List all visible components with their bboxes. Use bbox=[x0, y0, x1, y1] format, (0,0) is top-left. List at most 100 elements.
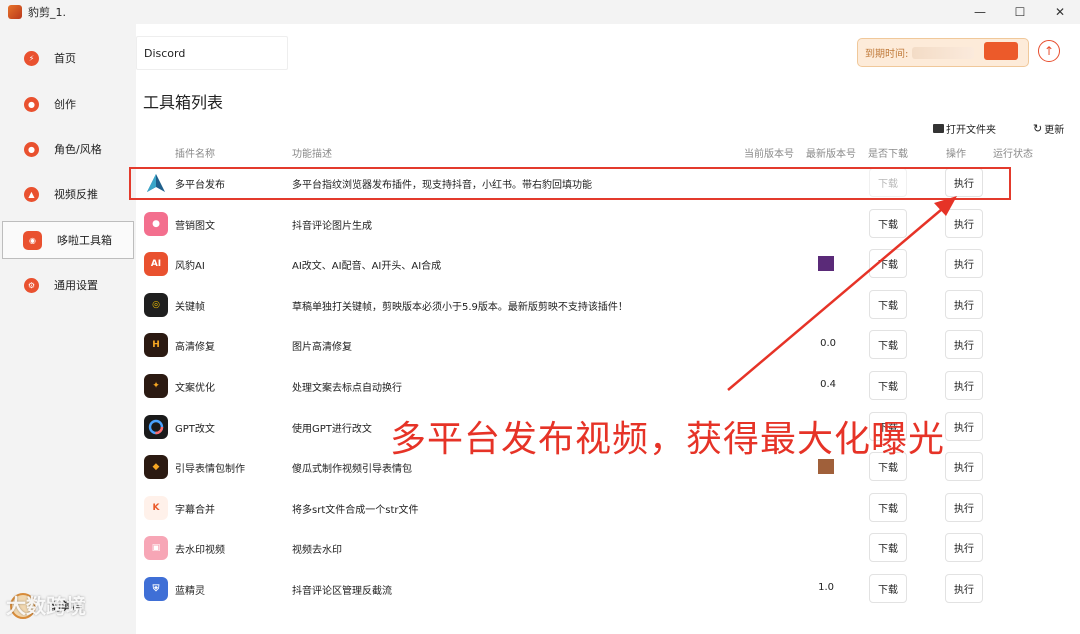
subtitle-merge-icon: K bbox=[144, 496, 168, 520]
sidebar-item-label: 首页 bbox=[54, 52, 76, 65]
sidebar-item-label: 通用设置 bbox=[54, 279, 98, 292]
video-reverse-icon: ▲ bbox=[24, 186, 39, 202]
plugin-name: 引导表情包制作 bbox=[175, 464, 245, 475]
download-button[interactable]: 下载 bbox=[869, 330, 907, 359]
run-button[interactable]: 执行 bbox=[945, 290, 983, 319]
expire-badge: 到期时间: bbox=[857, 38, 1029, 67]
plugin-desc: 抖音评论图片生成 bbox=[292, 221, 372, 232]
run-button[interactable]: 执行 bbox=[945, 371, 983, 400]
refresh-button[interactable]: ↻ 更新 bbox=[1033, 121, 1064, 136]
table-row: ▣ 去水印视频 视频去水印 下载 执行 bbox=[136, 528, 1080, 568]
run-button[interactable]: 执行 bbox=[945, 249, 983, 278]
plugin-desc: 傻瓜式制作视频引导表情包 bbox=[292, 464, 412, 475]
sidebar-item-label: 哆啦工具箱 bbox=[57, 234, 112, 247]
run-button[interactable]: 执行 bbox=[945, 209, 983, 238]
download-button[interactable]: 下载 bbox=[869, 249, 907, 278]
run-button[interactable]: 执行 bbox=[945, 574, 983, 603]
sidebar-item-home[interactable]: ⚡ 首页 bbox=[2, 40, 134, 76]
refresh-label: 更新 bbox=[1044, 125, 1065, 136]
sidebar-item-video-reverse[interactable]: ▲ 视频反推 bbox=[2, 176, 134, 212]
sidebar-item-settings[interactable]: ⚙ 通用设置 bbox=[2, 267, 134, 303]
table-row: ⛨ 蓝精灵 抖音评论区管理反截流 1.0 下载 执行 bbox=[136, 569, 1080, 609]
window-title: 豹剪_1. bbox=[28, 6, 66, 19]
folder-icon bbox=[933, 124, 944, 133]
palette-icon: ● bbox=[24, 96, 39, 112]
download-button[interactable]: 下载 bbox=[869, 371, 907, 400]
table-row: ✦ 文案优化 处理文案去标点自动换行 0.4 下载 执行 bbox=[136, 366, 1080, 406]
hd-repair-icon: H bbox=[144, 333, 168, 357]
plugin-name: 蓝精灵 bbox=[175, 586, 205, 597]
app-logo-icon bbox=[8, 5, 22, 19]
download-button[interactable]: 下载 bbox=[869, 493, 907, 522]
run-button[interactable]: 执行 bbox=[945, 493, 983, 522]
expire-label: 到期时间: bbox=[865, 49, 909, 60]
column-header-downloaded: 是否下载 bbox=[868, 149, 908, 160]
plugin-desc: 将多srt文件合成一个str文件 bbox=[292, 505, 419, 516]
table-row: H 高清修复 图片高清修复 0.0 下载 执行 bbox=[136, 325, 1080, 365]
watermark: 大数跨境 bbox=[6, 594, 86, 618]
plugin-name: 风豹AI bbox=[175, 261, 205, 272]
bolt-icon: ⚡ bbox=[24, 50, 39, 66]
plugin-name: 营销图文 bbox=[175, 221, 215, 232]
plugin-desc: 使用GPT进行改文 bbox=[292, 424, 372, 435]
ai-badge-icon: AI bbox=[144, 252, 168, 276]
latest-version: 0.4 bbox=[820, 379, 836, 390]
download-button[interactable]: 下载 bbox=[869, 533, 907, 562]
plugin-name: 字幕合并 bbox=[175, 505, 215, 516]
sidebar-item-label: 创作 bbox=[54, 98, 76, 111]
table-row: ● 营销图文 抖音评论图片生成 下载 执行 bbox=[136, 204, 1080, 244]
plugin-name: 文案优化 bbox=[175, 383, 215, 394]
plugin-name: 去水印视频 bbox=[175, 545, 225, 556]
expire-date-redacted bbox=[912, 46, 975, 59]
column-header-desc: 功能描述 bbox=[292, 149, 332, 160]
gpt-rewrite-icon bbox=[144, 415, 168, 439]
download-button[interactable]: 下载 bbox=[869, 290, 907, 319]
download-button[interactable]: 下载 bbox=[869, 209, 907, 238]
annotation-text: 多平台发布视频，获得最大化曝光 bbox=[390, 419, 946, 460]
redaction-mark bbox=[818, 256, 834, 271]
highlight-box bbox=[129, 167, 1011, 200]
remove-watermark-icon: ▣ bbox=[144, 536, 168, 560]
run-button[interactable]: 执行 bbox=[945, 412, 983, 441]
column-header-action: 操作 bbox=[946, 149, 966, 160]
sidebar-item-role-style[interactable]: ● 角色/风格 bbox=[2, 131, 134, 167]
download-button[interactable]: 下载 bbox=[869, 574, 907, 603]
latest-version: 0.0 bbox=[820, 338, 836, 349]
plugin-desc: 视频去水印 bbox=[292, 545, 342, 556]
plugin-desc: 草稿单独打关键帧，剪映版本必须小于5.9版本。最新版剪映不支持该插件！ bbox=[292, 302, 628, 313]
column-header-name: 插件名称 bbox=[175, 149, 215, 160]
keyframe-icon: ◎ bbox=[144, 293, 168, 317]
plugin-desc: 抖音评论区管理反截流 bbox=[292, 586, 392, 597]
column-header-status: 运行状态 bbox=[993, 149, 1033, 160]
column-header-latest-version: 最新版本号 bbox=[806, 149, 856, 160]
run-button[interactable]: 执行 bbox=[945, 533, 983, 562]
plugin-name: 高清修复 bbox=[175, 342, 215, 353]
sidebar-item-label: 视频反推 bbox=[54, 188, 98, 201]
window-controls: — ☐ ✕ bbox=[960, 0, 1080, 24]
shield-icon: ⛨ bbox=[144, 577, 168, 601]
column-header-current-version: 当前版本号 bbox=[744, 149, 794, 160]
run-button[interactable]: 执行 bbox=[945, 452, 983, 481]
settings-icon: ⚙ bbox=[24, 277, 39, 293]
sidebar-item-toolbox[interactable]: ◉ 哆啦工具箱 bbox=[2, 221, 134, 259]
table-row: AI 风豹AI AI改文、AI配音、AI开头、AI合成 下载 执行 bbox=[136, 244, 1080, 284]
renew-tag[interactable] bbox=[984, 42, 1018, 60]
open-folder-label: 打开文件夹 bbox=[946, 125, 996, 136]
copy-optimize-icon: ✦ bbox=[144, 374, 168, 398]
plugin-name: 关键帧 bbox=[175, 302, 205, 313]
plugin-desc: AI改文、AI配音、AI开头、AI合成 bbox=[292, 261, 442, 272]
plugin-desc: 图片高清修复 bbox=[292, 342, 352, 353]
close-button[interactable]: ✕ bbox=[1040, 0, 1080, 24]
upload-circle-icon[interactable]: ↑ bbox=[1038, 40, 1060, 62]
tab-discord[interactable]: Discord bbox=[136, 36, 288, 70]
emoji-guide-icon: ◆ bbox=[144, 455, 168, 479]
open-folder-button[interactable]: 打开文件夹 bbox=[933, 121, 996, 136]
run-button[interactable]: 执行 bbox=[945, 330, 983, 359]
marketing-graphic-icon: ● bbox=[144, 212, 168, 236]
maximize-button[interactable]: ☐ bbox=[1000, 0, 1040, 24]
refresh-icon: ↻ bbox=[1033, 122, 1043, 135]
plugin-desc: 处理文案去标点自动换行 bbox=[292, 383, 402, 394]
user-icon: ● bbox=[24, 141, 39, 157]
sidebar-item-create[interactable]: ● 创作 bbox=[2, 86, 134, 122]
minimize-button[interactable]: — bbox=[960, 0, 1000, 24]
